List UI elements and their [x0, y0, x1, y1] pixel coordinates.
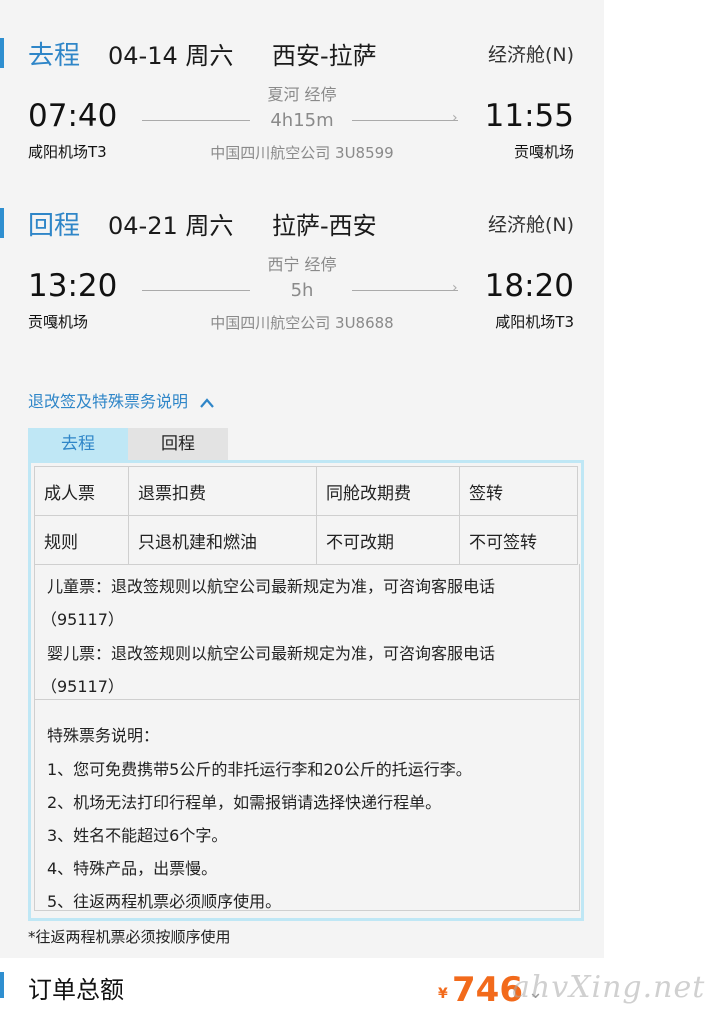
return-flight-card: 回程 04-21 周六 拉萨-西安 经济舱(N) 西宁 经停 5h 中国四川航空…: [0, 200, 604, 370]
return-stop-note: 西宁 经停: [267, 255, 337, 274]
list-item: 3、姓名不能超过6个字。: [47, 826, 228, 845]
return-date: 04-21 周六: [108, 212, 234, 240]
outbound-date: 04-14 周六: [108, 42, 234, 70]
list-item: 4、特殊产品，出票慢。: [47, 859, 218, 878]
table-header-cell: 成人票: [34, 466, 129, 516]
list-item: 2、机场无法打印行程单，如需报销请选择快递行程单。: [47, 793, 442, 812]
table-header-cell: 退票扣费: [128, 466, 317, 516]
rules-table: 成人票 退票扣费 同舱改期费 签转 规则 只退机建和燃油 不可改期 不可签转: [34, 466, 578, 565]
outbound-arrival-time: 11:55: [484, 98, 574, 134]
table-cell: 不可改期: [316, 515, 460, 565]
tab-outbound[interactable]: 去程: [28, 428, 128, 460]
table-cell: 规则: [34, 515, 129, 565]
return-cabin-class: 经济舱(N): [487, 214, 574, 236]
return-direction-label: 回程: [28, 211, 81, 241]
return-arrival-airport: 咸阳机场T3: [495, 313, 574, 331]
route-line-right: [352, 120, 458, 121]
return-route: 拉萨-西安: [272, 212, 377, 240]
outbound-departure-time: 07:40: [28, 98, 118, 134]
list-item: 5、往返两程机票必须顺序使用。: [47, 892, 282, 911]
outbound-route: 西安-拉萨: [272, 42, 377, 70]
outbound-departure-airport: 咸阳机场T3: [28, 143, 107, 161]
table-cell: 不可签转: [459, 515, 578, 565]
section-marker: [0, 38, 4, 68]
table-header-cell: 同舱改期费: [316, 466, 460, 516]
return-arrival-time: 18:20: [484, 268, 574, 304]
section-marker: [0, 972, 4, 998]
table-header-cell: 签转: [459, 466, 578, 516]
return-airline-flight: 中国四川航空公司 3U8688: [210, 314, 394, 332]
special-notes-title: 特殊票务说明：: [47, 726, 160, 745]
outbound-stop-note: 夏河 经停: [267, 85, 337, 104]
outbound-flight-card: 去程 04-14 周六 西安-拉萨 经济舱(N) 夏河 经停 4h15m 中国四…: [0, 30, 604, 200]
chevron-up-icon: [200, 397, 214, 408]
return-departure-time: 13:20: [28, 268, 118, 304]
outbound-cabin-class: 经济舱(N): [487, 44, 574, 66]
special-ticket-notes: 特殊票务说明： 1、您可免费携带5公斤的非托运行李和20公斤的托运行李。 2、机…: [34, 700, 580, 911]
refund-rules-toggle[interactable]: 退改签及特殊票务说明: [28, 388, 215, 412]
order-total-label: 订单总额: [28, 976, 124, 1004]
route-arrow-icon: ›: [452, 110, 458, 126]
outbound-arrival-airport: 贡嘎机场: [513, 143, 574, 161]
route-arrow-icon: ›: [452, 280, 458, 296]
currency-symbol: ¥: [438, 986, 448, 1002]
child-ticket-rule: 儿童票：退改签规则以航空公司最新规定为准，可咨询客服电话: [47, 577, 496, 596]
route-line-left: [142, 290, 250, 291]
infant-ticket-rule: 婴儿票：退改签规则以航空公司最新规定为准，可咨询客服电话: [47, 644, 496, 663]
watermark: ahvXing.net: [512, 970, 706, 1005]
child-infant-rules: 儿童票：退改签规则以航空公司最新规定为准，可咨询客服电话 （95117） 婴儿票…: [34, 564, 580, 700]
outbound-direction-label: 去程: [28, 41, 81, 71]
return-departure-airport: 贡嘎机场: [28, 313, 89, 331]
section-marker: [0, 208, 4, 238]
route-line-right: [352, 290, 458, 291]
outbound-airline-flight: 中国四川航空公司 3U8599: [210, 144, 394, 162]
sequence-footnote: *往返两程机票必须按顺序使用: [28, 928, 231, 946]
list-item: 1、您可免费携带5公斤的非托运行李和20公斤的托运行李。: [47, 760, 472, 779]
route-line-left: [142, 120, 250, 121]
infant-ticket-rule-phone: （95117）: [41, 677, 124, 696]
child-ticket-rule-phone: （95117）: [41, 610, 124, 629]
table-row: 成人票 退票扣费 同舱改期费 签转: [34, 466, 578, 516]
refund-rules-toggle-label: 退改签及特殊票务说明: [28, 392, 189, 411]
rules-content-box: 成人票 退票扣费 同舱改期费 签转 规则 只退机建和燃油 不可改期 不可签转 儿…: [28, 460, 584, 921]
tab-return[interactable]: 回程: [128, 428, 228, 460]
table-cell: 只退机建和燃油: [128, 515, 317, 565]
table-row: 规则 只退机建和燃油 不可改期 不可签转: [34, 515, 578, 565]
